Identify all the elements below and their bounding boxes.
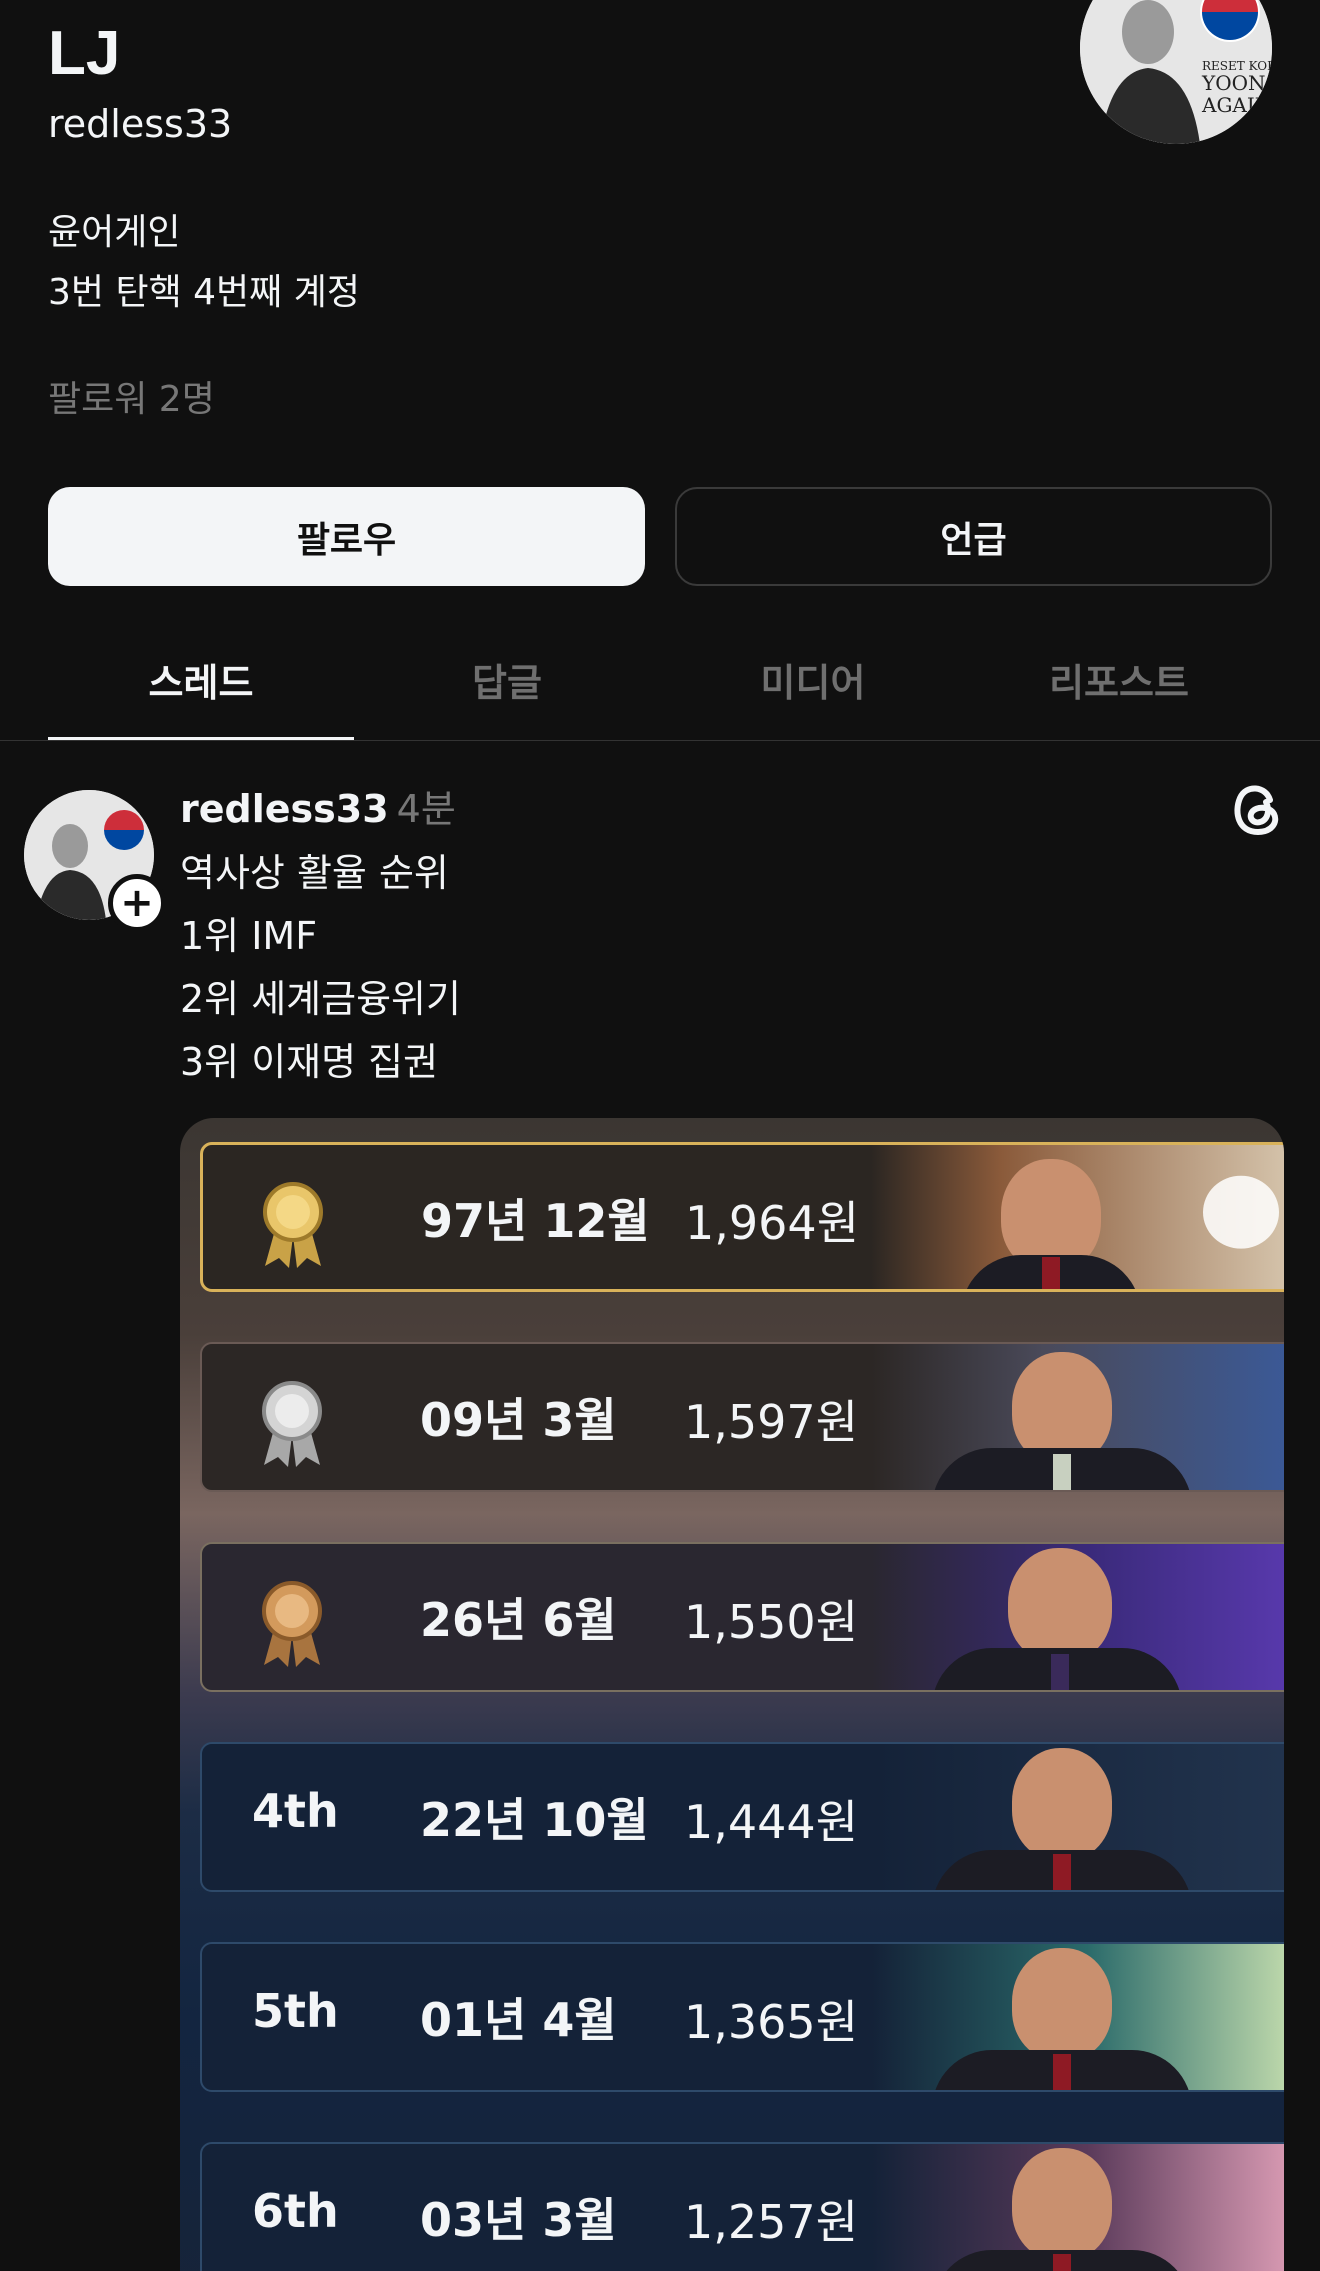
post-line: 역사상 활율 순위	[180, 851, 449, 895]
post-image[interactable]: 97년 12월 1,964원 09년 3월 1,597원 26년 6월 1,55…	[180, 1118, 1284, 2271]
rank-date: 22년 10월	[420, 1793, 649, 1847]
rank-row: 26년 6월 1,550원	[200, 1542, 1284, 1692]
profile-tabs: 스레드 답글 미디어 리포스트	[48, 640, 1272, 740]
rank-label: 6th	[252, 2184, 339, 2238]
post-body: 역사상 활율 순위 1위 IMF 2위 세계금융위기 3위 이재명 집권	[180, 842, 461, 1094]
rank-label: 5th	[252, 1984, 339, 2038]
rank-row: 4th 22년 10월 1,444원	[200, 1742, 1284, 1892]
rank-value: 1,257원	[684, 2195, 859, 2249]
post-line: 3위 이재명 집권	[180, 1040, 439, 1084]
followers-count[interactable]: 팔로워 2명	[48, 370, 215, 422]
rank-row: 09년 3월 1,597원	[200, 1342, 1284, 1492]
rank-label: 4th	[252, 1784, 339, 1838]
rank-date: 97년 12월	[421, 1194, 650, 1248]
rank-row: 5th 01년 4월 1,365원	[200, 1942, 1284, 2092]
mention-button[interactable]: 언급	[675, 487, 1272, 586]
tabs-divider	[0, 740, 1320, 741]
profile-handle: redless33	[48, 102, 233, 146]
profile-name: LJ	[48, 19, 121, 88]
rank-value: 1,597원	[684, 1395, 859, 1449]
rank-value: 1,550원	[684, 1595, 859, 1649]
post-line: 1위 IMF	[180, 914, 318, 958]
tab-replies[interactable]: 답글	[354, 640, 660, 740]
post-author[interactable]: redless33	[180, 787, 389, 831]
avatar-caption-3: AGAIN	[1201, 93, 1272, 117]
tab-threads[interactable]: 스레드	[48, 640, 354, 740]
bio-line: 3번 탄핵 4번째 계정	[48, 272, 360, 313]
rank-value: 1,444원	[684, 1795, 859, 1849]
bio-line: 윤어게인	[48, 212, 181, 253]
rank-date: 01년 4월	[420, 1993, 617, 2047]
tab-media[interactable]: 미디어	[660, 640, 966, 740]
follow-button[interactable]: 팔로우	[48, 487, 645, 586]
rank-row: 97년 12월 1,964원	[200, 1142, 1284, 1292]
rank-row: 6th 03년 3월 1,257원	[200, 2142, 1284, 2271]
profile-bio: 윤어게인 3번 탄핵 4번째 계정	[48, 203, 360, 323]
post-header: redless33 4분	[180, 778, 456, 833]
bronze-medal-icon	[262, 1581, 322, 1667]
rank-date: 03년 3월	[420, 2193, 617, 2247]
tab-reposts[interactable]: 리포스트	[966, 640, 1272, 740]
rank-date: 26년 6월	[420, 1593, 617, 1647]
avatar-caption-2: YOON	[1201, 71, 1266, 95]
avatar-image: RESET KOREA YOON AGAIN	[1080, 0, 1272, 144]
rank-date: 09년 3월	[420, 1393, 617, 1447]
threads-logo-icon[interactable]	[1226, 776, 1286, 840]
gold-medal-icon	[263, 1182, 323, 1268]
post-line: 2위 세계금융위기	[180, 977, 461, 1021]
follow-plus-icon[interactable]: +	[108, 874, 166, 932]
profile-avatar[interactable]: RESET KOREA YOON AGAIN	[1080, 0, 1272, 144]
silver-medal-icon	[262, 1381, 322, 1467]
rank-value: 1,964원	[685, 1196, 860, 1250]
post-time: 4분	[396, 787, 456, 831]
rank-value: 1,365원	[684, 1995, 859, 2049]
